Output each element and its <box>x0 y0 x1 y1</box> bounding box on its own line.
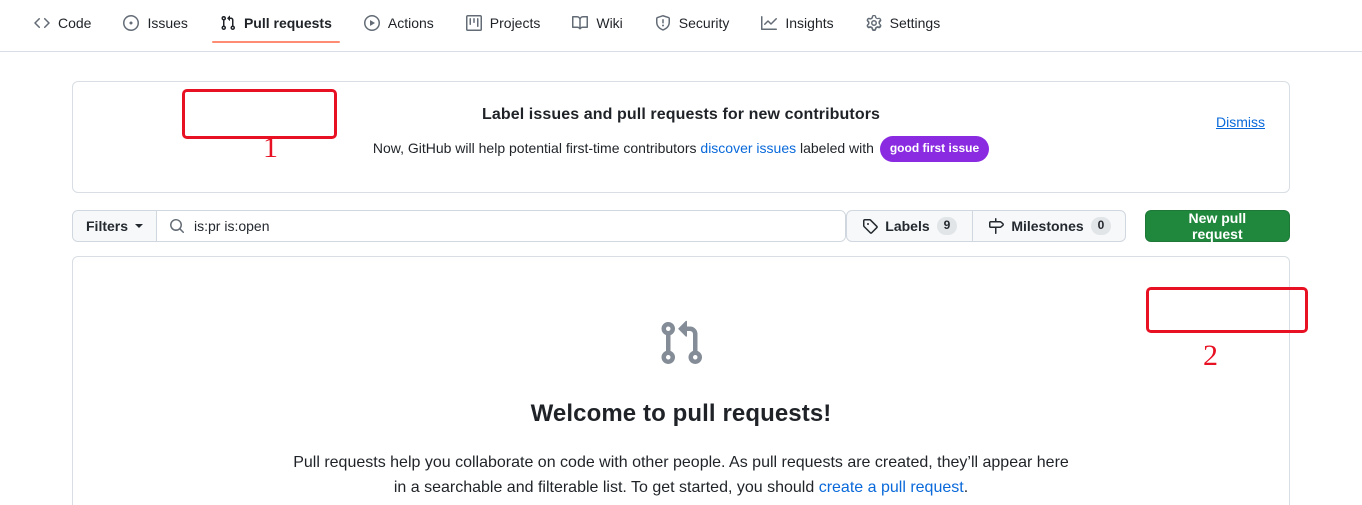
nav-item-issues[interactable]: Issues <box>107 9 203 43</box>
good-first-issue-label[interactable]: good first issue <box>879 136 990 162</box>
banner-text-after: labeled with <box>796 140 878 156</box>
labels-label: Labels <box>885 218 930 234</box>
tag-icon <box>862 218 879 234</box>
repo-nav: Code Issues Pull requests Actions Projec… <box>0 0 1362 52</box>
banner-text-before: Now, GitHub will help potential first-ti… <box>372 140 701 156</box>
search-field-wrapper[interactable] <box>157 211 846 241</box>
nav-item-label: Code <box>58 15 92 31</box>
nav-item-code[interactable]: Code <box>18 9 107 43</box>
milestones-button[interactable]: Milestones 0 <box>972 211 1124 241</box>
new-pull-request-button[interactable]: New pull request <box>1144 210 1290 242</box>
search-icon <box>169 218 185 234</box>
git-pull-request-icon <box>220 15 236 31</box>
nav-item-label: Pull requests <box>243 15 332 31</box>
book-icon <box>572 15 589 31</box>
banner-title: Label issues and pull requests for new c… <box>481 106 881 123</box>
empty-state-title: Welcome to pull requests! <box>530 400 832 427</box>
nav-item-actions[interactable]: Actions <box>348 9 450 43</box>
milestone-icon <box>988 218 1005 234</box>
empty-state-body-end: . <box>963 479 969 496</box>
labels-button[interactable]: Labels 9 <box>847 211 972 241</box>
nav-item-insights[interactable]: Insights <box>745 9 849 43</box>
nav-item-label: Insights <box>785 15 834 31</box>
contributor-promo-banner: Label issues and pull requests for new c… <box>72 81 1290 193</box>
nav-item-label: Issues <box>147 15 188 31</box>
play-icon <box>363 15 380 31</box>
graph-icon <box>761 15 778 31</box>
pull-requests-empty-state: Welcome to pull requests! Pull requests … <box>72 256 1290 505</box>
milestones-label: Milestones <box>1011 218 1084 234</box>
issue-opened-icon <box>123 15 140 31</box>
nav-item-security[interactable]: Security <box>639 9 746 43</box>
chevron-down-icon <box>135 224 144 228</box>
milestones-count: 0 <box>1090 217 1112 235</box>
nav-item-settings[interactable]: Settings <box>850 9 957 43</box>
filters-label: Filters <box>86 218 129 234</box>
dismiss-banner-link[interactable]: Dismiss <box>1216 114 1265 130</box>
filters-dropdown-button[interactable]: Filters <box>73 211 158 241</box>
discover-issues-link[interactable]: discover issues <box>700 140 796 156</box>
nav-item-label: Projects <box>489 15 541 31</box>
project-icon <box>465 15 482 31</box>
nav-item-pull-requests[interactable]: Pull requests <box>204 9 348 43</box>
page-body: Label issues and pull requests for new c… <box>0 81 1362 505</box>
code-icon <box>34 15 50 31</box>
banner-subtitle: Now, GitHub will help potential first-ti… <box>97 136 1265 162</box>
nav-item-label: Actions <box>387 15 434 31</box>
nav-item-label: Settings <box>889 15 941 31</box>
git-pull-request-icon <box>657 319 705 372</box>
gear-icon <box>866 15 882 31</box>
nav-item-label: Security <box>678 15 730 31</box>
empty-state-description: Pull requests help you collaborate on co… <box>286 450 1076 500</box>
nav-item-wiki[interactable]: Wiki <box>556 9 638 43</box>
issues-toolbar: Filters Labels 9 <box>72 210 1290 242</box>
filter-search-bar: Filters <box>72 210 847 242</box>
labels-count: 9 <box>936 217 958 235</box>
labels-milestones-group: Labels 9 Milestones 0 <box>846 210 1126 242</box>
create-pull-request-link[interactable]: create a pull request <box>819 479 964 496</box>
shield-icon <box>655 15 671 31</box>
search-input[interactable] <box>194 218 834 234</box>
nav-item-projects[interactable]: Projects <box>450 9 557 43</box>
nav-item-label: Wiki <box>596 15 623 31</box>
